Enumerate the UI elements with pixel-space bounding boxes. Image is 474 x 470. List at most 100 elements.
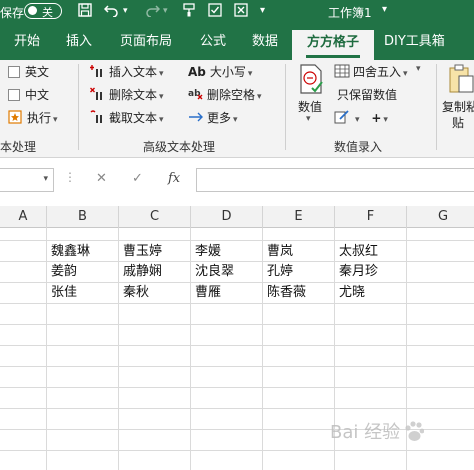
tab-formulas[interactable]: 公式 bbox=[200, 24, 226, 60]
chevron-down-icon[interactable]: ▾ bbox=[416, 64, 421, 74]
round-button[interactable]: 四舍五入 ▾ bbox=[334, 63, 408, 81]
table-cell[interactable]: 李媛 bbox=[191, 242, 221, 262]
execute-label: 执行 bbox=[27, 111, 52, 125]
chevron-down-icon: ▾ bbox=[247, 69, 253, 79]
column-header-g[interactable]: G bbox=[407, 206, 474, 228]
delete-text-button[interactable]: 删除文本 ▾ bbox=[90, 86, 164, 104]
tab-diy-toolbox[interactable]: DIY工具箱 bbox=[384, 24, 445, 60]
keep-numbers-button[interactable]: 只保留数值 bbox=[334, 86, 397, 104]
formula-input[interactable] bbox=[196, 168, 474, 192]
table-cell[interactable]: 尤晓 bbox=[335, 283, 365, 303]
insert-text-icon bbox=[90, 64, 106, 78]
english-checkbox[interactable] bbox=[8, 66, 20, 78]
grid-line bbox=[0, 303, 474, 304]
ribbon: 英文 中文 执行 ▾ 本处理 插入文本 ▾ 删除文本 ▾ 截取文本 ▾ Ab 大… bbox=[0, 60, 474, 158]
delete-text-icon bbox=[90, 87, 106, 101]
remove-spaces-button[interactable]: ab 删除空格 ▾ bbox=[188, 86, 262, 104]
execute-icon bbox=[8, 110, 24, 124]
tab-label: 开始 bbox=[14, 34, 41, 49]
table-cell[interactable]: 秦月珍 bbox=[335, 262, 378, 282]
copy-paste-button[interactable]: 复制粘 贴 bbox=[442, 64, 474, 134]
tab-insert[interactable]: 插入 bbox=[66, 24, 92, 60]
round-icon bbox=[334, 64, 350, 78]
more-button[interactable]: 更多 ▾ bbox=[188, 109, 238, 127]
remove-spaces-icon: ab bbox=[188, 87, 204, 101]
remove-spaces-label: 删除空格 bbox=[207, 88, 256, 102]
redo-icon[interactable] bbox=[144, 3, 161, 21]
advanced-text-group-label: 高级文本处理 bbox=[143, 140, 216, 154]
column-header-d[interactable]: D bbox=[191, 206, 263, 228]
numeric-group-label: 数值录入 bbox=[334, 140, 383, 154]
english-option[interactable]: 英文 bbox=[8, 63, 49, 81]
column-header-e[interactable]: E bbox=[263, 206, 335, 228]
insert-function-icon[interactable]: fx bbox=[168, 171, 180, 186]
table-cell[interactable]: 魏鑫琳 bbox=[47, 242, 90, 262]
table-cell[interactable]: 张佳 bbox=[47, 283, 77, 303]
table-cell[interactable]: 陈香薇 bbox=[263, 283, 306, 303]
table-cell[interactable]: 曹雁 bbox=[191, 283, 221, 303]
tab-label: 数据 bbox=[252, 34, 279, 49]
chevron-down-icon: ▾ bbox=[233, 115, 238, 125]
column-header-a[interactable]: A bbox=[0, 206, 47, 228]
chevron-down-icon: ▾ bbox=[53, 115, 58, 125]
edit-options-button[interactable]: ▾ + ▾ bbox=[334, 109, 388, 127]
table-cell[interactable]: 沈良翠 bbox=[191, 262, 234, 282]
chevron-down-icon: ▾ bbox=[159, 92, 164, 102]
save-icon[interactable] bbox=[78, 3, 92, 21]
title-dropdown-icon[interactable]: ▾ bbox=[382, 4, 387, 15]
round-label: 四舍五入 bbox=[353, 65, 402, 79]
table-cell[interactable]: 孔婷 bbox=[263, 262, 293, 282]
title-bar: 保存 关 ▾ ▾ ▾ 工作簿1 ▾ bbox=[0, 0, 474, 24]
tab-label: 插入 bbox=[66, 34, 93, 49]
cancel-icon[interactable]: ✕ bbox=[96, 171, 107, 186]
more-label: 更多 bbox=[207, 111, 232, 125]
case-button[interactable]: Ab 大小写 ▾ bbox=[188, 63, 252, 81]
column-header-b[interactable]: B bbox=[47, 206, 119, 228]
insert-text-button[interactable]: 插入文本 ▾ bbox=[90, 63, 164, 81]
ribbon-tab-bar: 开始 插入 页面布局 公式 数据 方方格子 DIY工具箱 bbox=[0, 24, 474, 60]
group-separator bbox=[285, 64, 286, 150]
column-header-f[interactable]: F bbox=[335, 206, 407, 228]
checkbox-icon[interactable] bbox=[208, 3, 222, 21]
chevron-down-icon: ▾ bbox=[403, 69, 408, 79]
redo-dropdown-icon[interactable]: ▾ bbox=[163, 3, 168, 19]
grid-line bbox=[0, 366, 474, 367]
document-title: 工作簿1 bbox=[328, 6, 372, 20]
table-cell[interactable]: 曹玉婷 bbox=[119, 242, 162, 262]
case-label: 大小写 bbox=[209, 65, 246, 79]
tab-data[interactable]: 数据 bbox=[252, 24, 278, 60]
table-cell[interactable]: 秦秋 bbox=[119, 283, 149, 303]
undo-icon[interactable] bbox=[103, 3, 120, 21]
chinese-checkbox[interactable] bbox=[8, 89, 20, 101]
tab-home[interactable]: 开始 bbox=[14, 24, 40, 60]
name-box[interactable]: ▾ bbox=[0, 168, 54, 192]
insert-text-label: 插入文本 bbox=[109, 65, 158, 79]
column-header-c[interactable]: C bbox=[119, 206, 191, 228]
column-header-row: A B C D E F G bbox=[0, 206, 474, 228]
customize-toolbar-icon[interactable]: ▾ bbox=[260, 3, 265, 19]
grid-line bbox=[0, 408, 474, 409]
toggle-knob bbox=[28, 6, 37, 15]
chinese-option[interactable]: 中文 bbox=[8, 86, 49, 104]
numeric-button[interactable]: 数值 ▾ bbox=[294, 64, 328, 134]
tab-page-layout[interactable]: 页面布局 bbox=[120, 24, 172, 60]
table-cell[interactable]: 姜韵 bbox=[47, 262, 77, 282]
extract-text-button[interactable]: 截取文本 ▾ bbox=[90, 109, 164, 127]
arrow-right-icon bbox=[188, 110, 204, 124]
plus-icon[interactable]: + bbox=[371, 111, 381, 125]
extract-text-icon bbox=[90, 110, 106, 124]
confirm-icon[interactable]: ✓ bbox=[132, 171, 143, 186]
drag-handle-icon[interactable]: ⋮ bbox=[64, 170, 76, 184]
format-painter-icon[interactable] bbox=[182, 3, 196, 21]
autosave-toggle[interactable]: 关 bbox=[24, 3, 62, 19]
grid-line bbox=[0, 345, 474, 346]
execute-button[interactable]: 执行 ▾ bbox=[8, 109, 58, 127]
table-cell[interactable]: 戚静娴 bbox=[119, 262, 162, 282]
chevron-down-icon[interactable]: ▾ bbox=[43, 174, 48, 184]
table-cell[interactable]: 曹岚 bbox=[263, 242, 293, 262]
copy-paste-label-1: 复制粘 bbox=[442, 100, 474, 114]
undo-dropdown-icon[interactable]: ▾ bbox=[123, 3, 128, 19]
close-box-icon[interactable] bbox=[234, 3, 248, 21]
tab-fangfang-gezi[interactable]: 方方格子 bbox=[292, 30, 374, 60]
table-cell[interactable]: 太叔红 bbox=[335, 242, 378, 262]
